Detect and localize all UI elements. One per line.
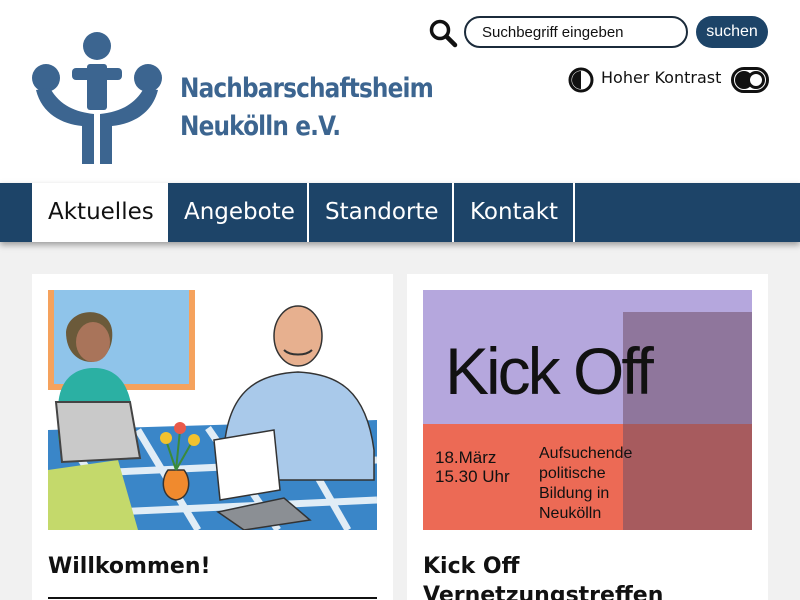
poster-subtitle-line3: Bildung in [539,485,610,502]
brand-name-line2: Neukölln e.V. [180,111,341,142]
poster-headline: Kick Off [445,334,654,408]
poster-time: 15.30 Uhr [435,467,510,486]
news-card-willkommen[interactable]: Willkommen! [32,274,393,600]
nav-item-aktuelles[interactable]: Aktuelles [32,183,168,242]
search-input[interactable] [464,16,688,48]
card-divider [48,597,377,599]
site-header: Nachbarschaftsheim Neukölln e.V. suchen … [0,0,800,183]
contrast-toggle[interactable] [731,67,769,93]
nav-item-angebote[interactable]: Angebote [168,183,309,242]
contrast-label: Hoher Kontrast [601,68,722,87]
illustration-image[interactable] [48,290,377,530]
poster-subtitle-line4: Neukölln [539,505,602,522]
brand-name[interactable]: Nachbarschaftsheim Neukölln e.V. [180,70,434,146]
search-icon[interactable] [428,18,458,48]
contrast-icon [568,67,594,93]
brand-name-line1: Nachbarschaftsheim [180,73,434,104]
poster-datetime: 18.März 15.30 Uhr [435,448,510,486]
page: Nachbarschaftsheim Neukölln e.V. suchen … [0,0,800,600]
news-card-kick-off[interactable]: Kick Off 18.März 15.30 Uhr Aufsuchende p… [407,274,768,600]
toggle-knob-outline [747,71,765,89]
card-title[interactable]: Willkommen! [48,552,378,581]
poster-subtitle-line2: politische [539,465,606,482]
poster-date: 18.März [435,448,497,467]
nav-item-standorte[interactable]: Standorte [309,183,454,242]
kick-off-poster-image[interactable]: Kick Off 18.März 15.30 Uhr Aufsuchende p… [423,290,752,530]
logo-icon[interactable] [32,32,162,167]
card-title[interactable]: Kick Off Vernetzungstreffen [423,552,753,600]
poster-subtitle: Aufsuchende politische Bildung in Neuköl… [539,444,632,524]
news-section: Willkommen! Kick Off 18.März 15.30 Uhr A… [0,242,800,600]
poster-subtitle-line1: Aufsuchende [539,445,633,462]
nav-item-kontakt[interactable]: Kontakt [454,183,575,242]
search-button[interactable]: suchen [696,16,768,48]
main-navigation: Aktuelles Angebote Standorte Kontakt [0,183,800,242]
